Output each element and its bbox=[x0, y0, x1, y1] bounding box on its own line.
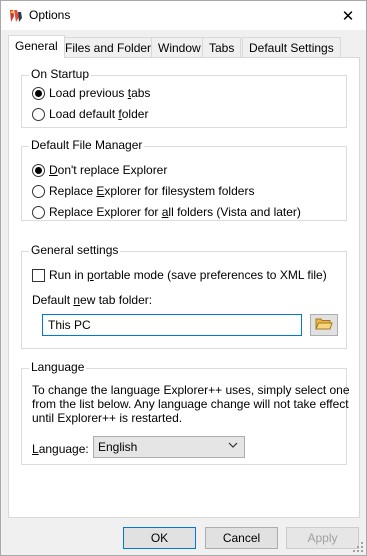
resize-grip-icon[interactable] bbox=[352, 541, 364, 553]
tab-strip: General Files and Folders Window Tabs De… bbox=[8, 35, 367, 58]
tab-tabs-label: Tabs bbox=[209, 41, 235, 55]
window-title: Options bbox=[29, 8, 71, 22]
on-startup-title: On Startup bbox=[29, 67, 92, 81]
apply-button[interactable]: Apply bbox=[286, 527, 359, 549]
default-file-manager-group: Default File Manager Don't replace Explo… bbox=[21, 138, 347, 221]
load-previous-tabs-radio[interactable]: Load previous tabs bbox=[32, 86, 150, 100]
replace-explorer-filesystem-radio[interactable]: Replace Explorer for filesystem folders bbox=[32, 184, 254, 198]
close-button[interactable]: ✕ bbox=[330, 1, 366, 30]
language-label: Language: bbox=[32, 442, 89, 456]
options-dialog: Options ✕ General Files and Folders Wind… bbox=[0, 0, 367, 556]
radio-unselected-icon bbox=[32, 184, 45, 198]
language-description: To change the language Explorer++ uses, … bbox=[32, 383, 350, 425]
tab-window[interactable]: Window bbox=[151, 37, 208, 57]
dont-replace-explorer-label: Don't replace Explorer bbox=[49, 163, 168, 177]
radio-selected-icon bbox=[32, 86, 45, 100]
default-file-manager-title: Default File Manager bbox=[29, 138, 145, 152]
tab-tabs[interactable]: Tabs bbox=[202, 37, 242, 57]
tab-window-label: Window bbox=[158, 41, 201, 55]
general-settings-group: General settings Run in portable mode (s… bbox=[21, 243, 347, 349]
load-default-folder-label: Load default folder bbox=[49, 107, 149, 121]
dont-replace-explorer-radio[interactable]: Don't replace Explorer bbox=[32, 163, 167, 177]
tab-general-label: General bbox=[15, 39, 58, 53]
default-tab-folder-input[interactable]: This PC bbox=[42, 314, 302, 336]
language-group: Language To change the language Explorer… bbox=[21, 360, 350, 465]
replace-explorer-all-folders-label: Replace Explorer for all folders (Vista … bbox=[49, 205, 301, 219]
checkbox-unchecked-icon bbox=[32, 268, 45, 282]
radio-selected-icon bbox=[32, 163, 45, 177]
load-previous-tabs-label: Load previous tabs bbox=[49, 86, 151, 100]
title-bar: Options ✕ bbox=[1, 1, 366, 30]
load-default-folder-radio[interactable]: Load default folder bbox=[32, 107, 148, 121]
language-select[interactable]: English bbox=[93, 436, 245, 458]
on-startup-group: On Startup Load previous tabs Load defau… bbox=[21, 67, 347, 128]
tab-default-settings[interactable]: Default Settings bbox=[242, 37, 341, 57]
folder-open-icon bbox=[315, 317, 333, 334]
radio-unselected-icon bbox=[32, 107, 45, 121]
tab-files-and-folders[interactable]: Files and Folders bbox=[58, 37, 165, 57]
tab-files-and-folders-label: Files and Folders bbox=[65, 41, 158, 55]
portable-mode-checkbox[interactable]: Run in portable mode (save preferences t… bbox=[32, 268, 327, 282]
language-title: Language bbox=[29, 360, 87, 374]
default-tab-folder-label: Default new tab folder: bbox=[32, 293, 153, 307]
language-select-value: English bbox=[98, 440, 138, 454]
tab-general[interactable]: General bbox=[8, 35, 65, 58]
chevron-down-icon bbox=[228, 441, 238, 452]
portable-mode-label: Run in portable mode (save preferences t… bbox=[49, 268, 327, 282]
explorer-plus-plus-icon bbox=[7, 8, 23, 24]
ok-button[interactable]: OK bbox=[123, 527, 196, 549]
close-icon: ✕ bbox=[341, 7, 355, 25]
replace-explorer-filesystem-label: Replace Explorer for filesystem folders bbox=[49, 184, 255, 198]
general-settings-title: General settings bbox=[29, 243, 121, 257]
general-tab-panel: On Startup Load previous tabs Load defau… bbox=[8, 57, 360, 518]
browse-folder-button[interactable] bbox=[310, 314, 338, 336]
replace-explorer-all-folders-radio[interactable]: Replace Explorer for all folders (Vista … bbox=[32, 205, 301, 219]
cancel-button[interactable]: Cancel bbox=[205, 527, 278, 549]
tab-default-settings-label: Default Settings bbox=[249, 41, 334, 55]
radio-unselected-icon bbox=[32, 205, 45, 219]
